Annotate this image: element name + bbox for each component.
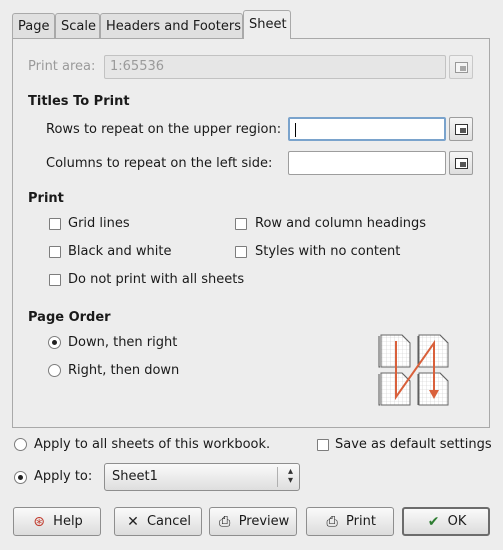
down-then-right-radio[interactable] bbox=[48, 336, 61, 349]
do-not-print-all-label[interactable]: Do not print with all sheets bbox=[68, 272, 244, 287]
ok-check-icon: ✔ bbox=[427, 513, 440, 530]
print-area-input: 1:65536 bbox=[104, 55, 446, 79]
columns-repeat-input[interactable] bbox=[288, 151, 446, 175]
preview-button-label: Preview bbox=[238, 514, 290, 529]
printer-icon: ⎙ bbox=[326, 513, 338, 530]
titles-to-print-heading: Titles To Print bbox=[28, 94, 130, 109]
down-then-right-label[interactable]: Down, then right bbox=[68, 335, 177, 350]
apply-to-label[interactable]: Apply to: bbox=[34, 469, 92, 484]
apply-all-sheets-radio[interactable] bbox=[14, 438, 27, 451]
save-default-checkbox[interactable] bbox=[317, 439, 329, 451]
help-lifebuoy-icon: ⊛ bbox=[33, 513, 46, 530]
tab-scale[interactable]: Scale bbox=[55, 13, 100, 38]
updown-arrow-icon: ▴ ▾ bbox=[287, 466, 293, 486]
print-preview-icon: ⎙ bbox=[219, 513, 231, 530]
cancel-button[interactable]: ✕ Cancel bbox=[114, 507, 202, 536]
print-area-label: Print area: bbox=[28, 59, 96, 74]
row-col-headings-label[interactable]: Row and column headings bbox=[255, 216, 426, 231]
help-button-label: Help bbox=[53, 514, 83, 529]
save-default-label[interactable]: Save as default settings bbox=[335, 437, 492, 452]
columns-repeat-label: Columns to repeat on the left side: bbox=[46, 156, 273, 171]
tab-label: Page bbox=[18, 19, 50, 34]
ok-button-label: OK bbox=[447, 514, 467, 529]
rows-repeat-input[interactable] bbox=[288, 117, 446, 141]
apply-to-radio[interactable] bbox=[14, 471, 27, 484]
cancel-x-icon: ✕ bbox=[127, 513, 139, 530]
select-range-icon bbox=[454, 157, 468, 169]
page-order-heading: Page Order bbox=[28, 310, 111, 325]
print-area-value: 1:65536 bbox=[110, 59, 165, 74]
black-white-checkbox[interactable] bbox=[49, 246, 61, 258]
select-range-icon bbox=[454, 61, 468, 73]
help-button[interactable]: ⊛ Help bbox=[13, 507, 101, 536]
row-col-headings-checkbox[interactable] bbox=[235, 218, 247, 230]
grid-lines-checkbox[interactable] bbox=[49, 218, 61, 230]
combo-separator bbox=[277, 467, 278, 487]
ok-button[interactable]: ✔ OK bbox=[402, 507, 490, 536]
tab-label: Sheet bbox=[249, 17, 287, 32]
sheet-select[interactable]: Sheet1 ▴ ▾ bbox=[104, 463, 300, 491]
sheet-select-value: Sheet1 bbox=[112, 469, 158, 484]
apply-all-sheets-label[interactable]: Apply to all sheets of this workbook. bbox=[34, 437, 270, 452]
print-button-label: Print bbox=[346, 514, 376, 529]
text-cursor bbox=[295, 122, 296, 137]
rows-select-button[interactable] bbox=[449, 117, 473, 141]
select-range-icon bbox=[454, 123, 468, 135]
print-heading: Print bbox=[28, 191, 64, 206]
do-not-print-all-checkbox[interactable] bbox=[49, 274, 61, 286]
page-order-down-right-icon bbox=[378, 334, 449, 406]
preview-button[interactable]: ⎙ Preview bbox=[209, 507, 297, 536]
tab-label: Headers and Footers bbox=[106, 19, 241, 34]
tab-headers-footers[interactable]: Headers and Footers bbox=[100, 13, 243, 38]
print-button[interactable]: ⎙ Print bbox=[306, 507, 394, 536]
styles-no-content-checkbox[interactable] bbox=[235, 246, 247, 258]
print-area-select-button bbox=[449, 55, 473, 79]
tab-label: Scale bbox=[61, 19, 96, 34]
styles-no-content-label[interactable]: Styles with no content bbox=[255, 244, 400, 259]
columns-select-button[interactable] bbox=[449, 151, 473, 175]
right-then-down-radio[interactable] bbox=[48, 364, 61, 377]
grid-lines-label[interactable]: Grid lines bbox=[68, 216, 130, 231]
rows-repeat-label: Rows to repeat on the upper region: bbox=[46, 122, 282, 137]
right-then-down-label[interactable]: Right, then down bbox=[68, 363, 179, 378]
cancel-button-label: Cancel bbox=[146, 514, 192, 529]
tab-sheet[interactable]: Sheet bbox=[243, 10, 291, 39]
tab-page[interactable]: Page bbox=[12, 13, 55, 38]
black-white-label[interactable]: Black and white bbox=[68, 244, 171, 259]
